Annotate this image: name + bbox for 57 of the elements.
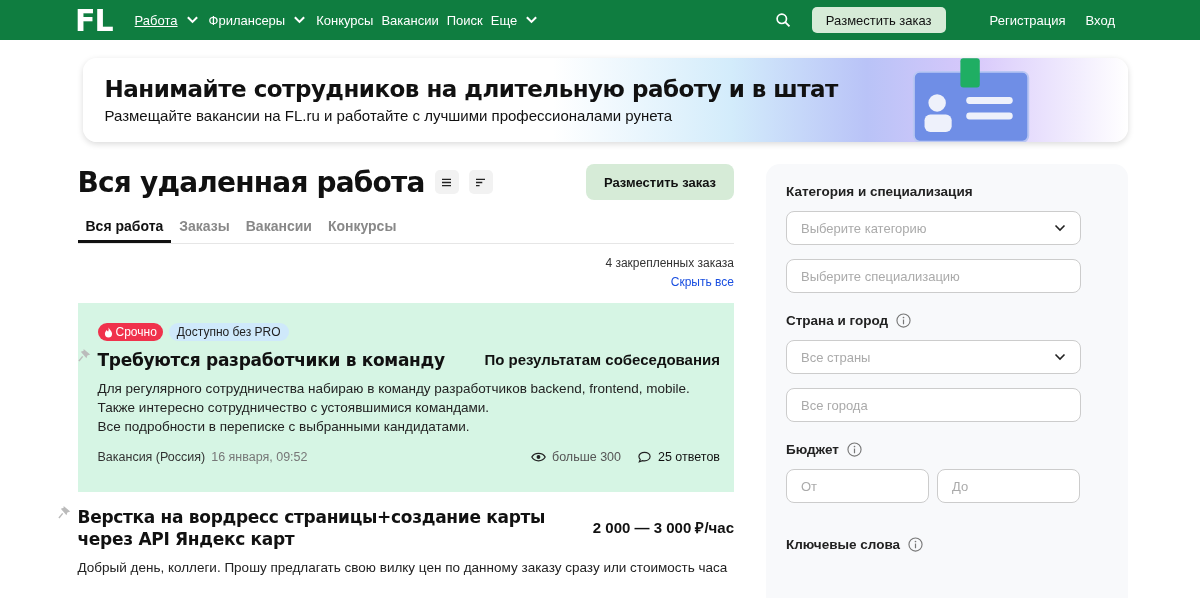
filter-label: Страна и город	[786, 313, 889, 328]
job-title[interactable]: Верстка на вордресс страницы+создание карты через API Яндекс карт	[77, 506, 577, 550]
nav-link[interactable]: Вакансии	[381, 12, 439, 28]
job-date: 16 января, 09:52	[211, 450, 308, 464]
job-title[interactable]: Требуются разработчики в команду	[97, 349, 469, 371]
info-icon[interactable]	[908, 537, 924, 552]
promo-banner[interactable]: Нанимайте сотрудников на длительную работу и в штат Размещайте вакансии на FL.ru и работайте с лучшими профессионалами рунета	[82, 58, 1128, 142]
tab[interactable]: Вакансии	[237, 214, 320, 243]
job-price: По результатам собеседования	[484, 350, 720, 370]
pinned-count: 4 закрепленных заказа	[605, 256, 734, 270]
input-field[interactable]: От	[786, 469, 929, 503]
nav-link[interactable]: Конкурсы	[316, 12, 374, 28]
input-field[interactable]: Все города	[786, 388, 1081, 422]
post-order-button[interactable]: Разместить заказ	[586, 164, 734, 200]
hide-all-link[interactable]: Скрыть все	[670, 275, 734, 289]
search-icon[interactable]	[774, 11, 792, 29]
nav-link[interactable]: Еще	[490, 12, 518, 28]
filter-label: Категория и специализация	[786, 184, 973, 199]
banner-subtitle: Размещайте вакансии на FL.ru и работайте с лучшими профессионалами рунета	[104, 107, 674, 124]
banner-title: Нанимайте сотрудников на длительную работу и в штат	[104, 76, 840, 102]
nav-link[interactable]: Вход	[1085, 12, 1115, 28]
speech-bubble-icon	[637, 451, 652, 463]
job-category: Вакансия (Россия)	[97, 450, 206, 464]
list-view-button[interactable]	[434, 170, 459, 194]
tab[interactable]: Вся работа	[77, 214, 172, 243]
logo[interactable]: FL	[75, 2, 113, 38]
input-field[interactable]: Выберите специализацию	[786, 259, 1081, 293]
chevron-down-icon	[1054, 224, 1066, 232]
tab[interactable]: Конкурсы	[319, 214, 405, 243]
info-icon[interactable]	[846, 442, 862, 457]
list-icon	[441, 177, 453, 187]
job-price: 2 000 — 3 000 ₽/час	[592, 518, 734, 538]
input-field[interactable]: До	[937, 469, 1080, 503]
nav-link[interactable]: Фрилансеры	[208, 12, 286, 28]
chevron-down-icon	[1054, 353, 1066, 361]
page-title: Вся удаленная работа	[77, 165, 425, 199]
chevron-down-icon[interactable]	[525, 15, 539, 25]
filter-label: Бюджет	[786, 442, 839, 457]
chevron-down-icon[interactable]	[185, 15, 199, 25]
info-icon[interactable]	[896, 313, 912, 328]
flame-icon	[103, 326, 113, 338]
job-badge: Срочно	[97, 323, 163, 341]
job-description: Для регулярного сотрудничества набираю в команду разработчиков backend, frontend, mobile. Также интересно сотрудничество с устоявшимися командами. Все подробности в переписке с выбранными кандидатами.	[97, 380, 691, 436]
nav-link[interactable]: Регистрация	[989, 12, 1066, 28]
response-count: 25 ответов	[658, 450, 720, 464]
nav-link[interactable]: Работа	[134, 12, 178, 28]
sort-button[interactable]	[468, 170, 493, 194]
job-badge: Доступно без PRO	[168, 323, 289, 341]
tab[interactable]: Заказы	[171, 214, 238, 243]
sort-icon	[475, 177, 487, 187]
chevron-down-icon[interactable]	[293, 15, 307, 25]
view-count: больше 300	[552, 450, 621, 464]
job-description: Добрый день, коллеги. Прошу предлагать свою вилку цен по данному заказу сразу или стоимость часа	[77, 559, 729, 577]
nav-link[interactable]: Поиск	[446, 12, 483, 28]
post-order-button[interactable]: Разместить заказ	[811, 7, 946, 33]
filter-label: Ключевые слова	[786, 537, 901, 552]
eye-icon	[531, 451, 547, 463]
